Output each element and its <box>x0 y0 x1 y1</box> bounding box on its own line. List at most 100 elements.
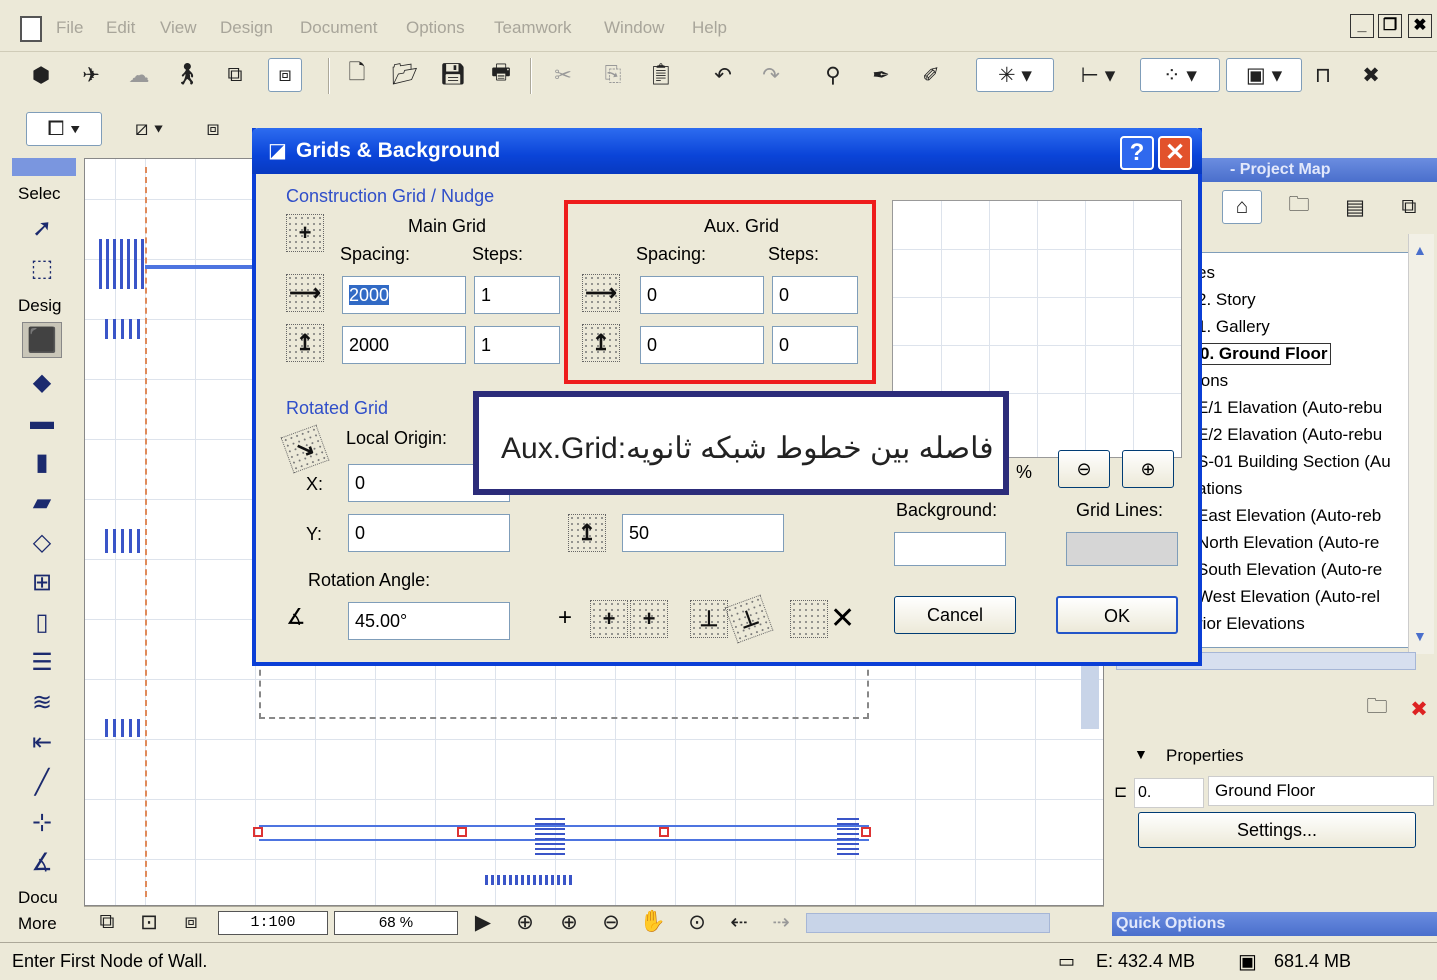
delete-icon[interactable]: ✖ <box>1402 692 1436 726</box>
main-v-spacing-input[interactable]: 2000 <box>342 326 466 364</box>
save-icon[interactable]: 💾︎ <box>436 58 470 92</box>
rotated-aux-spacing-input[interactable]: 50 <box>622 514 784 552</box>
fit-in-window-icon[interactable]: ⊙ <box>680 905 714 939</box>
app-icon[interactable] <box>20 16 42 42</box>
publisher-icon[interactable]: ⧉ <box>1392 190 1426 224</box>
menu-teamwork[interactable]: Teamwork <box>494 18 571 38</box>
menu-document[interactable]: Document <box>300 18 377 38</box>
new-file-icon[interactable]: 🗋︎ <box>340 58 374 92</box>
new-folder-icon[interactable]: 🗀︎ <box>1360 692 1394 726</box>
tree-item-selected[interactable]: 0. Ground Floor <box>1197 343 1331 365</box>
camera-icon[interactable]: ✈ <box>74 58 108 92</box>
close-dialog-button[interactable]: ✕ <box>1158 136 1192 170</box>
menu-options[interactable]: Options <box>406 18 465 38</box>
view-dropdown[interactable]: ⧠ ▾ <box>26 112 102 146</box>
line-tool-icon[interactable]: ╱ <box>22 764 62 800</box>
rotated-grid-icon[interactable]: ⊥ <box>724 594 774 644</box>
layout-book-icon[interactable]: ▤ <box>1338 190 1372 224</box>
previous-zoom-icon[interactable]: ⇠ <box>722 905 756 939</box>
pan-hand-icon[interactable]: ✋ <box>636 905 670 939</box>
ok-button[interactable]: OK <box>1056 596 1178 634</box>
mesh-tool-icon[interactable]: ≋ <box>22 684 62 720</box>
tree-item[interactable]: ations <box>1197 479 1242 499</box>
zoom-in-area-icon[interactable]: ⊕ <box>508 905 542 939</box>
tree-item[interactable]: East Elevation (Auto-reb <box>1197 506 1381 526</box>
collapse-arrow-icon[interactable]: ▼ <box>1134 746 1148 762</box>
menu-help[interactable]: Help <box>692 18 727 38</box>
stair-tool-icon[interactable]: ☰ <box>22 644 62 680</box>
menu-window[interactable]: Window <box>604 18 664 38</box>
view-map-icon[interactable]: 🗀︎ <box>1282 190 1316 224</box>
floor-plan-icon[interactable]: ⧈ <box>268 58 302 92</box>
story-number-field[interactable]: 0. <box>1134 778 1204 808</box>
tree-item[interactable]: S-01 Building Section (Au <box>1197 452 1391 472</box>
clear-grid-icon[interactable]: ✕ <box>830 602 855 636</box>
angle-dimension-icon[interactable]: ∡ <box>22 844 62 880</box>
arrow-icon[interactable]: ➚ <box>22 210 62 246</box>
main-h-spacing-input[interactable]: 2000 <box>342 276 466 314</box>
close-app-button[interactable]: ✖ <box>1408 14 1432 38</box>
set-origin-icon[interactable]: + <box>590 600 628 638</box>
main-v-steps-input[interactable]: 1 <box>474 326 560 364</box>
walk-icon[interactable]: 🚶︎ <box>170 58 204 92</box>
preview-zoom-out-button[interactable]: ⊖ <box>1058 450 1110 488</box>
window-icon[interactable]: ⧈ <box>196 112 230 146</box>
minimize-button[interactable]: _ <box>1350 14 1374 38</box>
main-h-steps-input[interactable]: 1 <box>474 276 560 314</box>
undo-icon[interactable]: ↶ <box>706 58 740 92</box>
tree-item[interactable]: North Elevation (Auto-re <box>1197 533 1379 553</box>
pick-up-icon[interactable]: ✒ <box>864 58 898 92</box>
3d-object-icon[interactable]: ⬢ <box>24 58 58 92</box>
restore-button[interactable]: ❐ <box>1378 14 1402 38</box>
story-name-field[interactable]: Ground Floor <box>1208 776 1434 806</box>
grid-lines-color-swatch[interactable] <box>1066 532 1178 566</box>
play-icon[interactable]: ▶ <box>466 905 500 939</box>
copy-icon[interactable]: ⎘ <box>596 58 630 92</box>
next-zoom-icon[interactable]: ⇢ <box>764 905 798 939</box>
level-dimension-icon[interactable]: ⊹ <box>22 804 62 840</box>
grid-snap-dropdown[interactable]: ⁘ ▾ <box>1140 58 1220 92</box>
preview-zoom-in-button[interactable]: ⊕ <box>1122 450 1174 488</box>
navigator-toggle-icon[interactable]: ⧉ <box>90 905 124 939</box>
tree-item[interactable]: South Elevation (Auto-re <box>1197 560 1382 580</box>
cancel-button[interactable]: Cancel <box>894 596 1016 634</box>
settings-button[interactable]: Settings... <box>1138 812 1416 848</box>
marquee-icon[interactable]: ⬚ <box>22 250 62 286</box>
dimension-tool-icon[interactable]: ⇤ <box>22 724 62 760</box>
beam-tool-icon[interactable]: ▬ <box>22 404 62 440</box>
layer-dropdown[interactable]: ▣ ▾ <box>1226 58 1302 92</box>
shell-tool-icon[interactable]: ◇ <box>22 524 62 560</box>
tree-item[interactable]: E/1 Elavation (Auto-rebu <box>1197 398 1382 418</box>
paste-icon[interactable]: 📋︎ <box>644 58 678 92</box>
layers-icon[interactable]: ⧉ <box>218 58 252 92</box>
slab-tool-icon[interactable]: ▰ <box>22 484 62 520</box>
dialog-titlebar[interactable]: Grids & Background <box>252 128 1202 174</box>
aux-h-steps-input[interactable]: 0 <box>772 276 858 314</box>
aux-h-spacing-input[interactable]: 0 <box>640 276 764 314</box>
fit-icon[interactable]: ⧈ <box>174 905 208 939</box>
menu-file[interactable]: File <box>56 18 83 38</box>
column-tool-icon[interactable]: ▮ <box>22 444 62 480</box>
tree-item[interactable]: E/2 Elavation (Auto-rebu <box>1197 425 1382 445</box>
3d-view-dropdown[interactable]: ⧄ ▾ <box>114 112 184 146</box>
orthogonal-grid-icon[interactable]: ⊥ <box>690 600 728 638</box>
origin-y-input[interactable]: 0 <box>348 514 510 552</box>
ruler-icon[interactable]: ⊓ <box>1306 58 1340 92</box>
scroll-up-icon[interactable]: ▲ <box>1413 242 1427 258</box>
zoom-field[interactable]: 68 % <box>334 911 458 935</box>
door-tool-icon[interactable]: ▯ <box>22 604 62 640</box>
guide-dropdown[interactable]: ⊢ ▾ <box>1066 58 1130 92</box>
inject-icon[interactable]: ✐ <box>914 58 948 92</box>
tree-scrollbar[interactable]: ▲ ▼ <box>1408 234 1434 654</box>
canvas-scrollbar-thumb[interactable] <box>1081 659 1099 729</box>
menu-design[interactable]: Design <box>220 18 273 38</box>
set-origin-grid-icon[interactable]: + <box>630 600 668 638</box>
wall-tool-icon[interactable]: ⬛ <box>22 322 62 358</box>
cut-icon[interactable]: ✂ <box>546 58 580 92</box>
rotation-angle-input[interactable]: 45.00° <box>348 602 510 640</box>
snap-dropdown[interactable]: ✳ ▾ <box>976 58 1054 92</box>
project-map-icon[interactable]: ⌂ <box>1222 190 1262 224</box>
zoom-in-icon[interactable]: ⊕ <box>552 905 586 939</box>
tree-item[interactable]: 1. Gallery <box>1197 317 1270 337</box>
menu-edit[interactable]: Edit <box>106 18 135 38</box>
